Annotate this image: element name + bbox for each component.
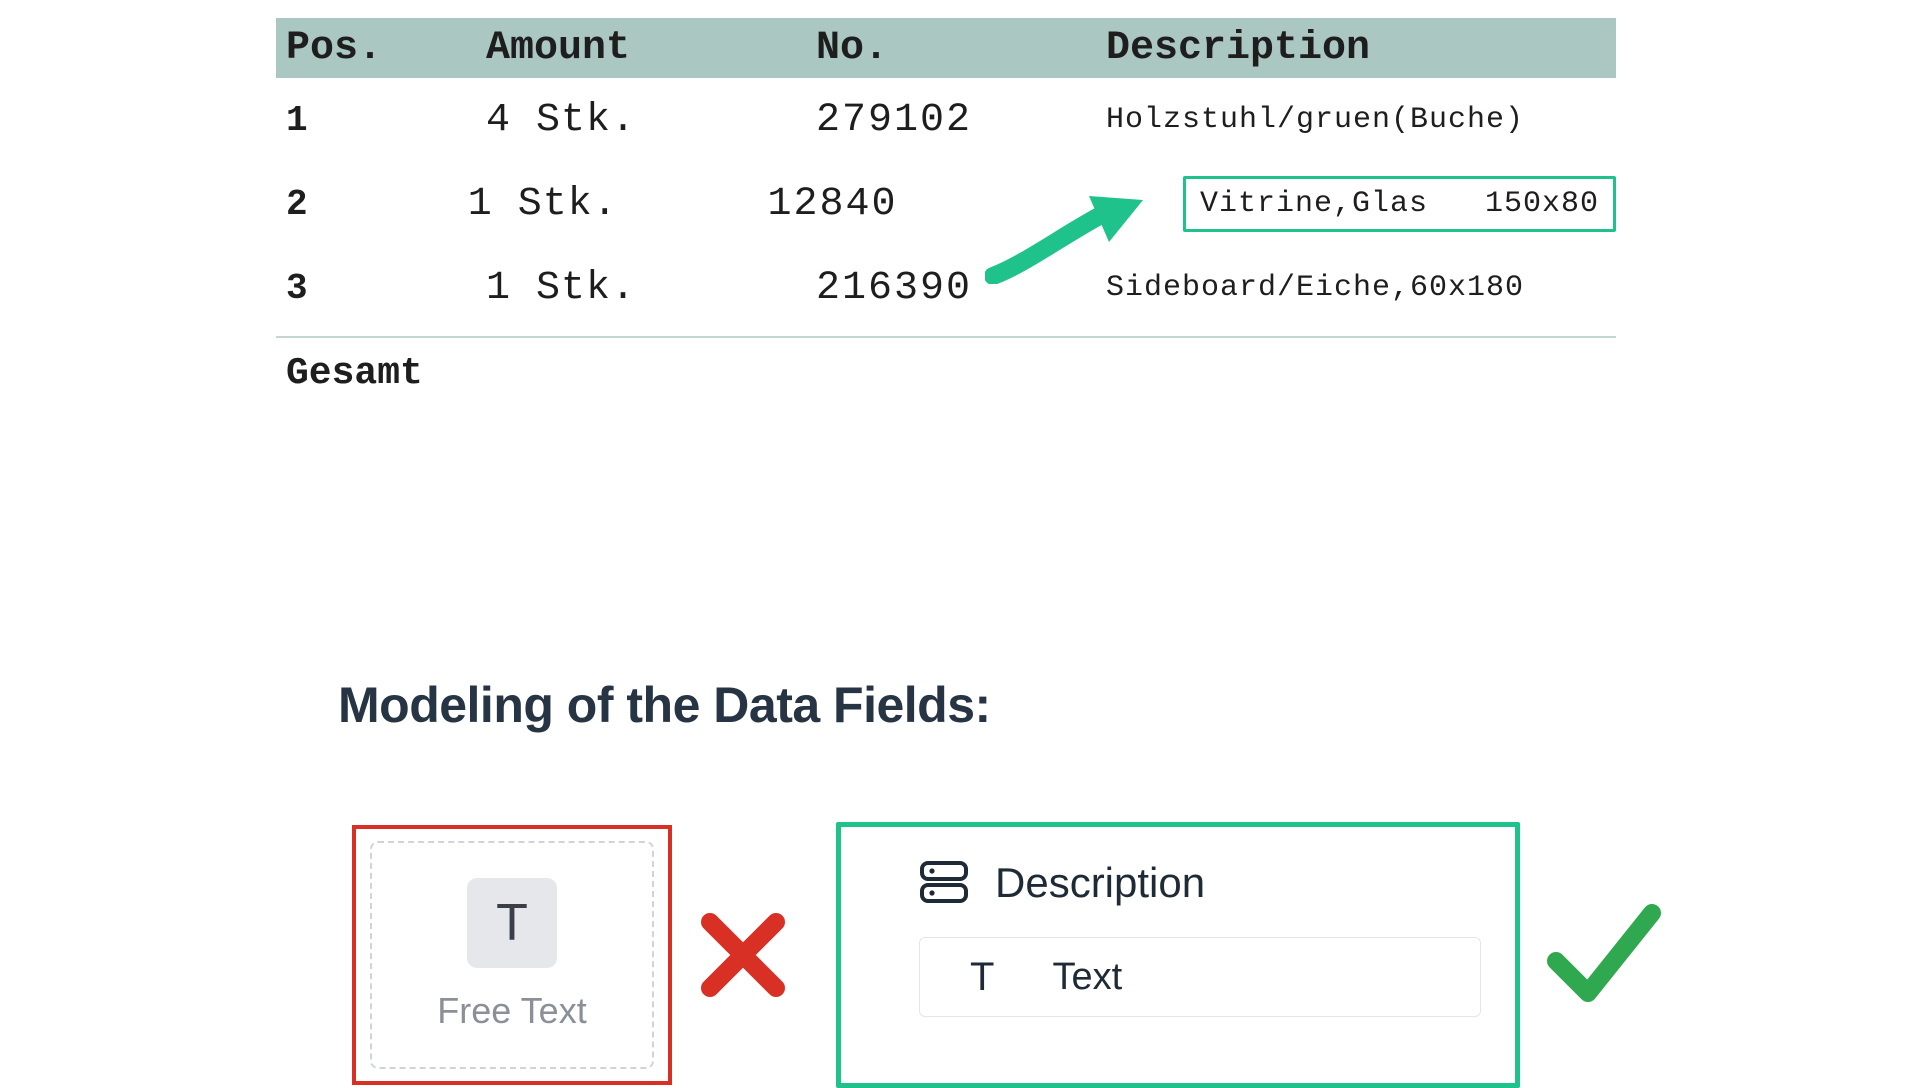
section-title: Modeling of the Data Fields: (338, 676, 991, 734)
correct-field-title: Description (995, 859, 1205, 907)
wrong-field-label: Free Text (437, 990, 586, 1032)
col-header-no: No. (816, 26, 1106, 71)
text-field-chip-label: Text (1052, 956, 1122, 999)
col-header-pos: Pos. (286, 26, 486, 71)
cell-desc: Holzstuhl/gruen(Buche) (1106, 103, 1616, 137)
cell-amount: 4 Stk. (486, 98, 816, 143)
cell-pos: 1 (286, 100, 486, 141)
invoice-table: Pos. Amount No. Description 1 4 Stk. 279… (276, 18, 1616, 395)
wrong-field-card-inner: T Free Text (370, 841, 654, 1069)
arrow-icon (985, 194, 1145, 284)
correct-field-header: Description (919, 859, 1475, 907)
text-glyph-icon: T (496, 893, 528, 953)
cell-amount: 1 Stk. (486, 266, 816, 311)
table-total-label: Gesamt (276, 338, 1616, 395)
table-header-row: Pos. Amount No. Description (276, 18, 1616, 78)
wrong-field-card: T Free Text (352, 825, 672, 1085)
cell-no: 279102 (816, 98, 1106, 143)
cell-pos: 2 (286, 184, 468, 225)
cell-amount: 1 Stk. (468, 182, 768, 227)
check-icon (1542, 895, 1662, 1015)
table-row: 2 1 Stk. 12840 Vitrine,Glas 150x80 (276, 162, 1616, 246)
text-glyph-tile: T (467, 878, 557, 968)
cell-pos: 3 (286, 268, 486, 309)
text-field-chip: T Text (919, 937, 1481, 1017)
text-glyph-icon: T (970, 955, 994, 1000)
modeling-cards-row: T Free Text (352, 822, 1662, 1088)
col-header-desc: Description (1106, 26, 1616, 71)
correct-field-card: Description T Text (836, 822, 1520, 1088)
col-header-amount: Amount (486, 26, 816, 71)
group-icon (919, 859, 969, 907)
highlight-box: Vitrine,Glas 150x80 (1183, 176, 1616, 232)
cell-desc: Sideboard/Eiche,60x180 (1106, 271, 1616, 305)
cross-icon (698, 910, 788, 1000)
